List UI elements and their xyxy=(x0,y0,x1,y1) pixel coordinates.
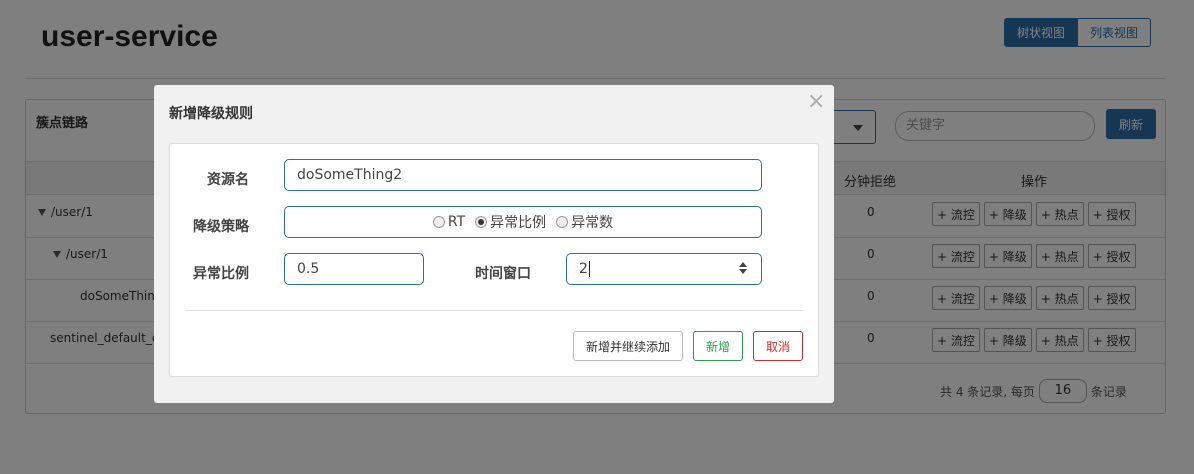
resource-label: 资源名 xyxy=(207,172,249,188)
number-stepper[interactable] xyxy=(739,262,747,274)
modal-title: 新增降级规则 xyxy=(169,106,253,122)
exception-ratio-input[interactable]: 0.5 xyxy=(284,253,424,285)
radio-rt[interactable]: RT xyxy=(432,214,466,230)
add-button[interactable]: 新增 xyxy=(693,331,743,361)
strategy-radio-group: RT 异常比例 异常数 xyxy=(284,206,762,238)
cancel-button[interactable]: 取消 xyxy=(753,331,803,361)
stepper-up-icon[interactable] xyxy=(739,262,747,267)
resource-name-input[interactable]: doSomeThing2 xyxy=(284,159,762,191)
ratio-label: 异常比例 xyxy=(193,266,249,282)
text-cursor xyxy=(588,261,590,277)
radio-exception-count[interactable]: 异常数 xyxy=(556,212,613,232)
radio-exception-ratio-dot[interactable] xyxy=(475,216,488,228)
radio-exception-ratio-label: 异常比例 xyxy=(490,215,547,231)
time-window-input[interactable]: 2 xyxy=(566,253,762,285)
close-icon[interactable]: × xyxy=(807,89,825,114)
strategy-label: 降级策略 xyxy=(193,219,249,235)
radio-exception-ratio[interactable]: 异常比例 xyxy=(475,212,546,232)
stepper-down-icon[interactable] xyxy=(739,269,747,274)
add-degrade-rule-dialog: 新增降级规则 × 资源名 doSomeThing2 降级策略 RT 异常比例 异… xyxy=(154,85,834,403)
time-window-value: 2 xyxy=(579,261,588,277)
window-label: 时间窗口 xyxy=(475,266,531,282)
radio-rt-dot[interactable] xyxy=(432,216,445,228)
radio-exception-count-dot[interactable] xyxy=(556,216,569,228)
radio-rt-label: RT xyxy=(447,214,466,230)
radio-exception-count-label: 异常数 xyxy=(571,215,614,231)
modal-body: 资源名 doSomeThing2 降级策略 RT 异常比例 异常数 异常比例 0… xyxy=(169,143,819,377)
add-and-continue-button[interactable]: 新增并继续添加 xyxy=(573,331,683,361)
footer-divider xyxy=(185,310,803,311)
